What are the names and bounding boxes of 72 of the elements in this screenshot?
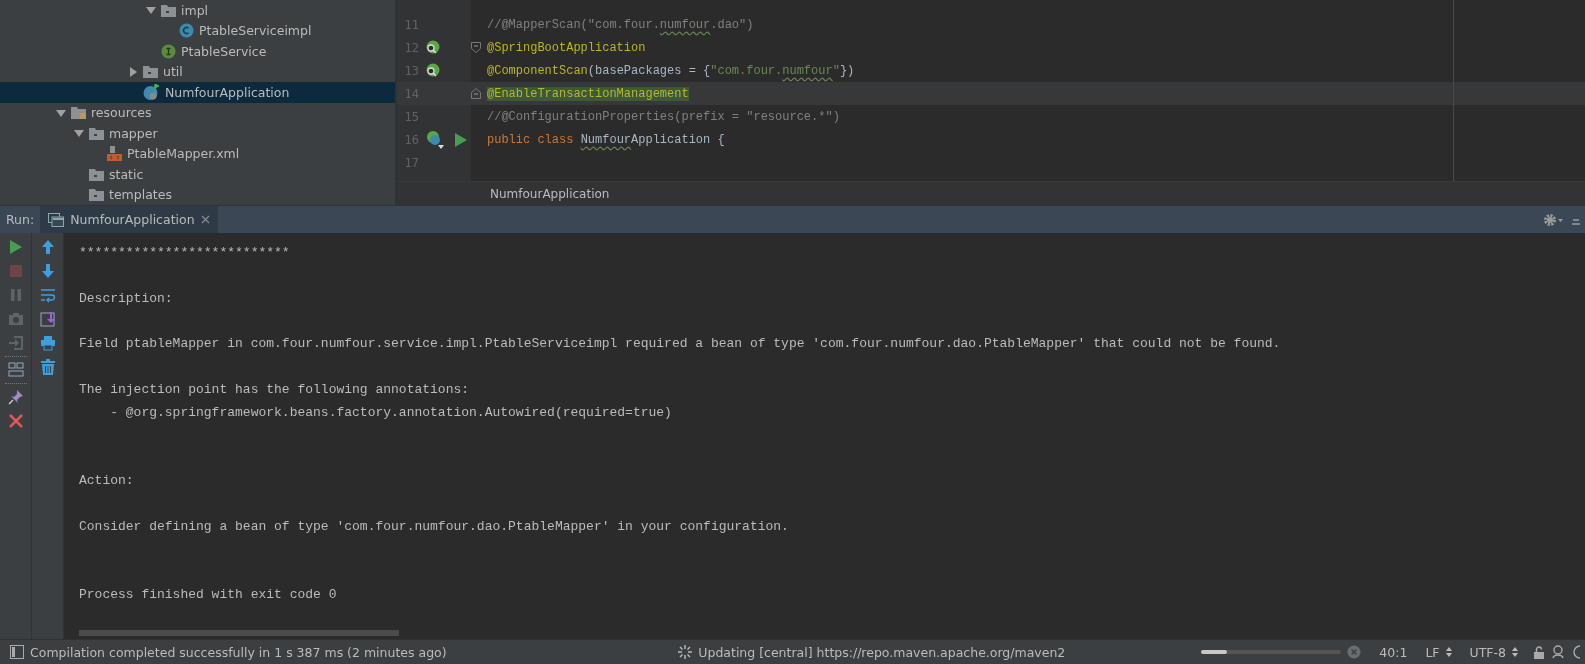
code-line: //@ConfigurationProperties(prefix = "resource.*") [486, 109, 840, 124]
horizontal-scrollbar[interactable] [79, 630, 399, 636]
console-line: Process finished with exit code 0 [79, 585, 338, 604]
tool-windows-icon[interactable] [10, 645, 24, 659]
folder-icon [89, 188, 104, 202]
tree-item[interactable]: static [0, 164, 395, 185]
tree-item[interactable]: util [0, 61, 395, 82]
soft-wrap-icon[interactable] [39, 287, 56, 303]
layout-icon[interactable] [7, 362, 24, 378]
tree-item[interactable]: PtableServiceimpl [0, 20, 395, 41]
up-down-icon [1445, 647, 1452, 657]
console-line: Description: [79, 289, 174, 308]
code-line: //@MapperScan("com.four.numfour.dao") [486, 17, 754, 32]
status-message: Compilation completed successfully in 1 s 387 ms (2 minutes ago) [30, 644, 447, 660]
class-icon [179, 23, 194, 39]
window-icon [48, 212, 65, 227]
console-line: - @org.springframework.beans.factory.annotation.Autowired(required=true) [109, 403, 673, 422]
code-line: public class NumfourApplication { [486, 132, 725, 147]
interface-icon [161, 43, 176, 59]
console-line: The injection point has the following annotations: [79, 380, 471, 399]
spring-class-icon [143, 83, 160, 101]
folder-icon [89, 126, 104, 140]
settings-icon[interactable] [1543, 212, 1565, 227]
file-encoding[interactable]: UTF-8 [1469, 644, 1506, 660]
close-icon[interactable] [7, 413, 24, 429]
tree-item[interactable]: impl [0, 0, 395, 21]
fold-marker-icon[interactable] [471, 42, 481, 53]
folder-icon [89, 167, 104, 181]
folder-icon [161, 3, 176, 17]
spinner-icon [678, 645, 693, 659]
tree-item[interactable]: NumfourApplication [0, 82, 395, 103]
up-arrow-icon[interactable] [39, 239, 56, 255]
tree-item[interactable]: PtableMapper.xml [0, 143, 395, 164]
down-arrow-icon[interactable] [39, 263, 56, 279]
xml-file-icon [107, 145, 122, 162]
inspector-icon[interactable] [1551, 645, 1565, 659]
expanded-arrow-icon[interactable] [74, 128, 84, 139]
line-separator[interactable]: LF [1425, 644, 1440, 660]
code-line: @SpringBootApplication [486, 40, 646, 55]
lock-icon[interactable] [1534, 645, 1545, 659]
console-line: *************************** [79, 244, 291, 262]
resources-folder-icon [71, 105, 86, 120]
background-task[interactable]: Updating [central] https://repo.maven.apache.org/maven2 [698, 644, 1066, 660]
close-icon[interactable] [200, 215, 210, 224]
console-line: Field ptableMapper in com.four.numfour.service.impl.PtableServiceimpl required a bean of type 'com.four.numfour.dao.PtableMapper' that could not be found. [79, 335, 1282, 354]
tree-item[interactable]: templates [0, 184, 395, 205]
bean-icon[interactable] [425, 40, 440, 55]
caret-position[interactable]: 40:1 [1379, 644, 1408, 660]
up-down-icon [1512, 647, 1518, 657]
breadcrumb[interactable]: NumfourApplication [490, 186, 610, 201]
pin-icon[interactable] [7, 389, 24, 405]
console-line: Action: [79, 471, 135, 490]
print-icon[interactable] [39, 335, 56, 351]
scroll-to-end-icon[interactable] [39, 311, 56, 327]
run-icon[interactable] [455, 132, 467, 147]
bean-icon[interactable] [425, 63, 440, 78]
folder-icon [143, 65, 158, 79]
run-label: Run: [6, 212, 35, 227]
console-line: Consider defining a bean of type 'com.four.numfour.dao.PtableMapper' in your configuration. [79, 517, 790, 536]
code-line: @ComponentScan(basePackages = {"com.four.numfour"}) [486, 63, 855, 78]
trash-icon[interactable] [39, 359, 56, 375]
fold-marker-icon[interactable] [471, 88, 481, 99]
tree-item[interactable]: resources [0, 102, 395, 123]
tree-item[interactable]: PtableService [0, 41, 395, 62]
expanded-arrow-icon[interactable] [56, 107, 66, 118]
spring-class-icon[interactable] [425, 130, 447, 149]
collapsed-arrow-icon[interactable] [128, 66, 138, 77]
run-tab[interactable]: NumfourApplication [40, 206, 218, 233]
run-icon[interactable] [7, 239, 24, 255]
cancel-icon[interactable] [1347, 645, 1362, 659]
expanded-arrow-icon[interactable] [146, 5, 156, 16]
tree-item[interactable]: mapper [0, 123, 395, 144]
